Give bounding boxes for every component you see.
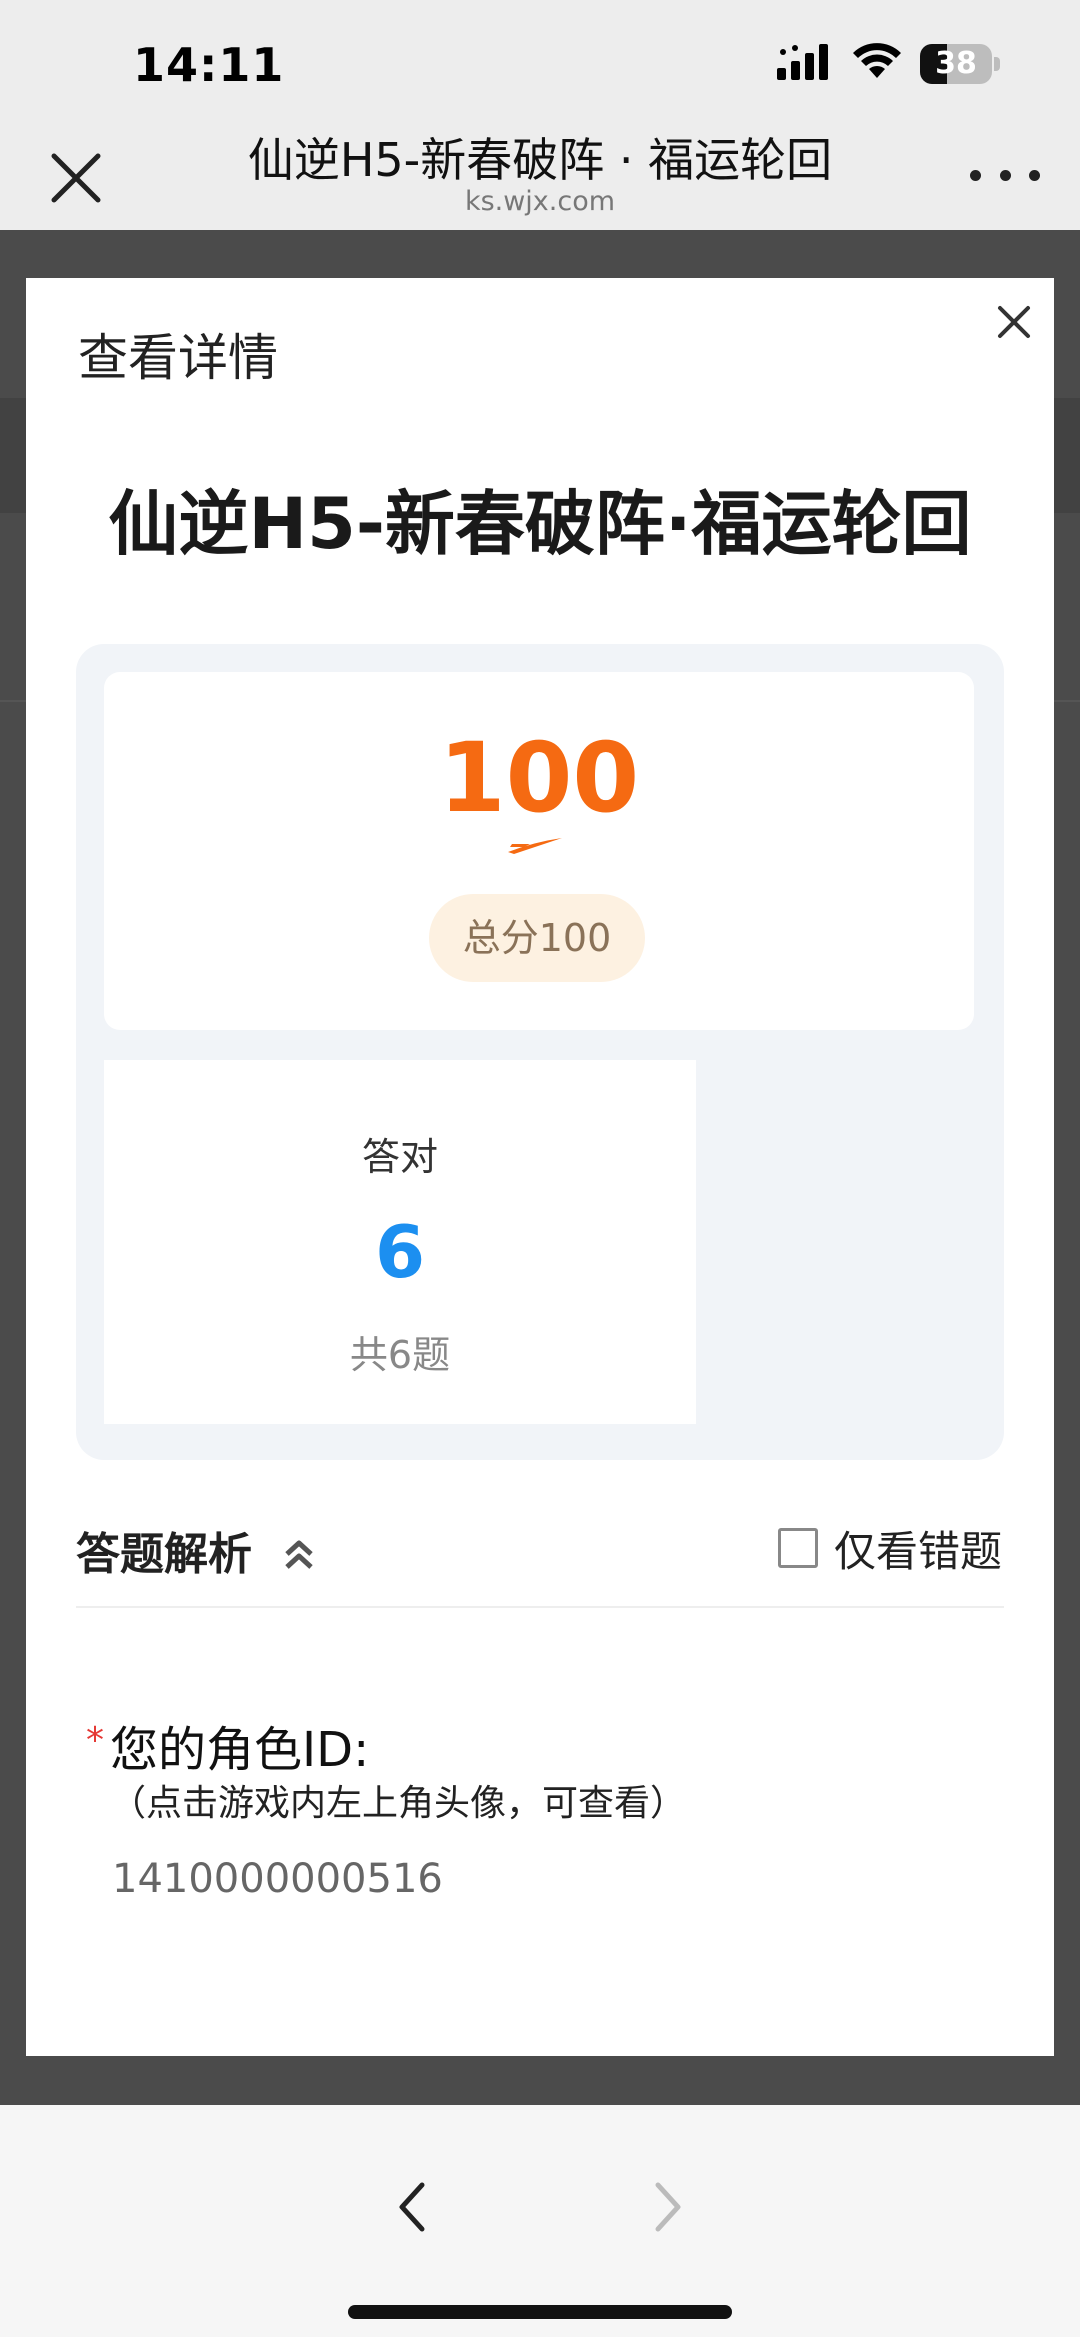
battery-level: 38 [935,46,977,81]
question-total: 共6题 [349,1333,451,1377]
nav-bar: 仙逆H5-新春破阵 · 福运轮回 ks.wjx.com [0,120,1080,230]
modal-heading: 查看详情 [78,329,278,387]
survey-title: 仙逆H5-新春破阵·福运轮回 [108,483,972,565]
correct-count: 6 [374,1210,426,1294]
question-answer: 1410000000516 [112,1856,443,1902]
score-value: 100 [438,722,640,834]
status-bar: 14:11 38 [0,0,1080,120]
wrong-only-toggle[interactable]: 仅看错题 [778,1518,1002,1578]
status-time: 14:11 [133,38,285,92]
dot [1029,169,1040,181]
cellular-signal-icon [777,44,828,80]
score-panel: 100 总分100 答对 6 共6题 [76,644,1004,1460]
page-title: 仙逆H5-新春破阵 · 福运轮回 [247,133,833,187]
score-card: 100 总分100 [104,672,974,1030]
close-icon[interactable] [992,300,1036,344]
swoosh-icon [508,838,562,854]
dot [970,169,981,181]
more-dots-icon[interactable] [970,160,1040,190]
wrong-only-checkbox[interactable] [778,1528,818,1568]
analysis-header: 答题解析 仅看错题 [76,1518,1004,1608]
chevron-left-icon[interactable] [392,2177,432,2237]
home-indicator[interactable] [348,2305,732,2319]
close-icon[interactable] [46,148,106,208]
chevron-right-icon[interactable] [648,2177,688,2237]
battery-icon: 38 [920,44,1000,84]
details-modal: 查看详情 仙逆H5-新春破阵·福运轮回 100 总分100 答对 6 共6题 答… [26,278,1054,2056]
battery-cap [994,57,1000,71]
question-hint: （点击游戏内左上角头像，可查看） [110,1783,687,1824]
question-title: 您的角色ID: [110,1722,370,1778]
total-score-badge: 总分100 [429,894,645,982]
page-url: ks.wjx.com [464,186,616,217]
wifi-icon [853,43,901,78]
correct-label: 答对 [361,1135,438,1179]
wrong-only-label: 仅看错题 [834,1526,1003,1576]
dot [999,169,1011,181]
browser-toolbar [0,2105,1080,2337]
double-chevron-up-icon[interactable] [282,1538,316,1572]
analysis-label: 答题解析 [76,1529,252,1580]
required-mark: * [86,1720,104,1761]
correct-card: 答对 6 共6题 [104,1060,696,1424]
battery-body: 38 [920,44,992,84]
